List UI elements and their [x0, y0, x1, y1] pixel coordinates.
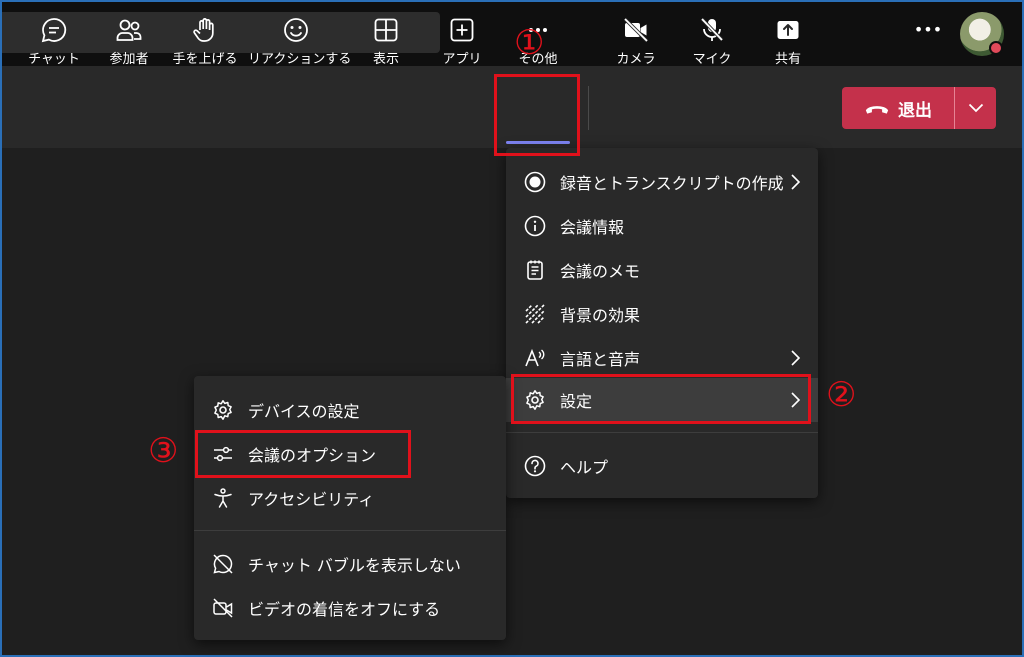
toolbar-view-button[interactable]: 表示: [356, 10, 416, 74]
chevron-right-icon: [791, 350, 801, 366]
help-icon: [524, 455, 546, 477]
submenu-item-accessibility-label: アクセシビリティ: [248, 490, 375, 509]
menu-item-meeting-notes-label: 会議のメモ: [560, 262, 641, 281]
mic-off-icon: [700, 17, 724, 42]
chat-bubble-off-icon: [212, 553, 234, 575]
toolbar-reactions-button[interactable]: リアクションする: [248, 10, 352, 74]
menu-item-meeting-info[interactable]: 会議情報: [506, 204, 818, 248]
menu-separator: [506, 432, 818, 433]
toolbar-mic-label: マイク: [692, 52, 732, 67]
submenu-item-device-settings[interactable]: デバイスの設定: [194, 388, 506, 432]
leave-options-button[interactable]: [955, 87, 996, 129]
chat-icon: [41, 18, 67, 43]
highlight-box-settings: [511, 374, 811, 424]
menu-item-recording[interactable]: 録音とトランスクリプトの作成: [506, 160, 818, 204]
menu-item-background-effects-label: 背景の効果: [560, 306, 641, 325]
toolbar-raise-hand-button[interactable]: 手を上げる: [170, 10, 240, 74]
menu-item-language-speech-label: 言語と音声: [560, 350, 641, 369]
toolbar-participants-button[interactable]: 参加者: [98, 10, 160, 74]
menu-item-background-effects[interactable]: 背景の効果: [506, 292, 818, 336]
toolbar-share-label: 共有: [774, 52, 801, 67]
raise-hand-icon: [193, 18, 214, 42]
submenu-item-turn-off-incoming-video-label: ビデオの着信をオフにする: [248, 600, 441, 619]
menu-item-help-label: ヘルプ: [560, 458, 609, 477]
presence-busy-indicator: [989, 41, 1003, 55]
menu-item-recording-label: 録音とトランスクリプトの作成: [560, 174, 784, 193]
leave-button[interactable]: 退出: [842, 87, 954, 129]
chevron-down-icon: [968, 103, 983, 113]
settings-submenu: デバイスの設定 会議のオプション アクセシビリティ チャット バブルを表示しない…: [194, 376, 506, 640]
submenu-item-hide-chat-bubbles[interactable]: チャット バブルを表示しない: [194, 542, 506, 586]
apps-plus-icon: [450, 18, 474, 42]
people-icon: [116, 19, 142, 41]
menu-item-help[interactable]: ヘルプ: [506, 444, 818, 488]
background-effects-icon: [524, 303, 546, 325]
toolbar-chat-label: チャット: [28, 52, 80, 67]
video-off-icon: [212, 597, 234, 619]
submenu-item-hide-chat-bubbles-label: チャット バブルを表示しない: [248, 556, 461, 575]
highlight-box-meeting-options: [195, 430, 411, 478]
toolbar-reactions-label: リアクションする: [248, 52, 352, 67]
more-options-menu: 録音とトランスクリプトの作成 会議情報 会議のメモ 背景の効果 言語と音声 設定…: [506, 148, 818, 498]
step-marker-2: ②: [826, 375, 857, 415]
toolbar-camera-label: カメラ: [616, 52, 656, 67]
toolbar-view-label: 表示: [372, 52, 399, 67]
info-icon: [524, 215, 546, 237]
toolbar-divider: [588, 86, 589, 130]
toolbar-raise-hand-label: 手を上げる: [172, 52, 238, 67]
leave-button-label: 退出: [898, 100, 932, 121]
step-marker-3: ③: [148, 431, 179, 471]
menu-item-meeting-notes[interactable]: 会議のメモ: [506, 248, 818, 292]
step-marker-1: ①: [514, 23, 545, 63]
toolbar-participants-label: 参加者: [109, 52, 149, 67]
record-icon: [524, 171, 546, 193]
gear-icon: [212, 399, 234, 421]
camera-off-icon: [623, 17, 649, 43]
toolbar-mic-button[interactable]: マイク: [682, 10, 742, 74]
submenu-item-device-settings-label: デバイスの設定: [248, 402, 360, 421]
chevron-right-icon: [791, 174, 801, 190]
toolbar-camera-button[interactable]: カメラ: [606, 10, 666, 74]
smiley-icon: [284, 18, 308, 42]
submenu-item-accessibility[interactable]: アクセシビリティ: [194, 476, 506, 520]
leave-button-group: 退出: [842, 87, 996, 129]
toolbar-share-button[interactable]: 共有: [758, 10, 818, 74]
highlight-box-more: [494, 74, 580, 156]
view-grid-icon: [374, 18, 398, 42]
menu-item-meeting-info-label: 会議情報: [560, 218, 625, 237]
submenu-separator: [194, 530, 506, 531]
top-more-options-icon[interactable]: •••: [912, 20, 944, 44]
toolbar-chat-button[interactable]: チャット: [24, 10, 84, 74]
notes-icon: [524, 259, 546, 281]
toolbar-apps-button[interactable]: アプリ: [432, 10, 492, 74]
toolbar-apps-label: アプリ: [442, 52, 482, 67]
hang-up-icon: [865, 105, 889, 114]
share-icon: [777, 21, 799, 39]
submenu-item-turn-off-incoming-video[interactable]: ビデオの着信をオフにする: [194, 586, 506, 630]
language-icon: [524, 347, 546, 369]
accessibility-icon: [212, 487, 234, 509]
